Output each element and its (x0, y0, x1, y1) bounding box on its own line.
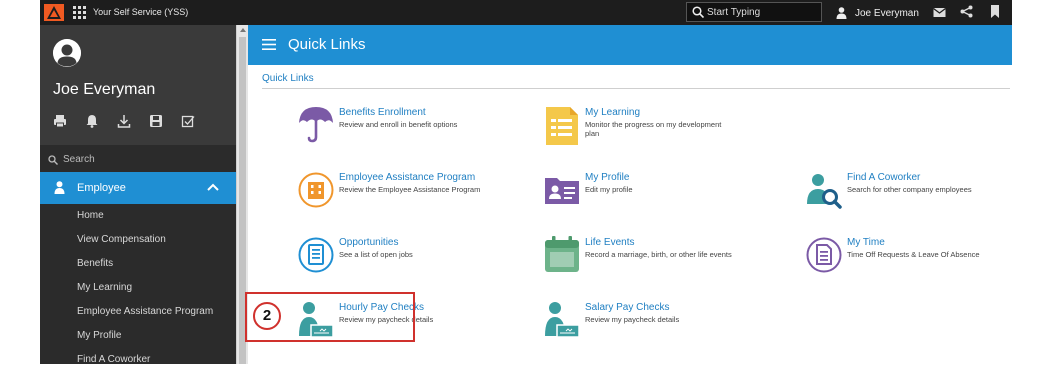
quick-link-my-learning[interactable]: My Learning Monitor the progress on my d… (544, 105, 764, 155)
sidebar-profile: Joe Everyman (40, 25, 236, 145)
share-icon[interactable] (960, 5, 973, 23)
app-frame: Your Self Service (YSS) Joe Everyman Joe… (40, 0, 1012, 365)
bookmark-icon[interactable] (990, 5, 1000, 23)
user-icon (836, 7, 847, 19)
sidebar-section-label: Employee (77, 182, 126, 194)
sidebar-search-label: Search (63, 154, 95, 165)
tile-description: Monitor the progress on my development p… (585, 120, 722, 138)
scroll-up-arrow[interactable] (240, 28, 246, 32)
umbrella-icon (299, 107, 333, 143)
tile-description: Record a marriage, birth, or other life … (585, 250, 732, 259)
quick-link-my-profile[interactable]: My Profile Edit my profile (544, 170, 764, 220)
top-bar: Your Self Service (YSS) Joe Everyman (40, 0, 1012, 25)
tile-description: Review my paycheck details (585, 315, 680, 324)
bell-icon[interactable] (85, 114, 99, 128)
tile-description: Edit my profile (585, 185, 633, 194)
tile-title: My Learning (585, 107, 641, 118)
tile-title: Salary Pay Checks (585, 302, 670, 313)
section-divider (262, 88, 1010, 89)
profile-folder-icon (545, 178, 579, 204)
search-icon (48, 155, 58, 165)
building-icon (298, 172, 334, 208)
tile-title: My Time (847, 237, 885, 248)
main-header: Quick Links (248, 25, 1012, 65)
apps-grid-icon[interactable] (73, 6, 86, 19)
sidebar-search[interactable]: Search (40, 149, 236, 171)
tile-title: Employee Assistance Program (339, 172, 476, 183)
print-icon[interactable] (53, 114, 67, 128)
quick-link-benefits-enrollment[interactable]: Benefits Enrollment Review and enroll in… (298, 105, 518, 155)
hamburger-menu-icon[interactable] (262, 39, 276, 50)
avatar[interactable] (53, 39, 81, 67)
sidebar-item-my-profile[interactable]: My Profile (40, 325, 236, 349)
download-icon[interactable] (117, 114, 131, 128)
tile-description: See a list of open jobs (339, 250, 413, 259)
checklist-icon[interactable] (181, 114, 195, 128)
person-icon (54, 181, 65, 194)
user-name: Joe Everyman (855, 7, 919, 19)
quick-link-employee-assistance[interactable]: Employee Assistance Program Review the E… (298, 170, 518, 220)
tile-description: Review and enroll in benefit options (339, 120, 458, 129)
quick-link-find-coworker[interactable]: Find A Coworker Search for other company… (806, 170, 1026, 220)
tile-title: Opportunities (339, 237, 399, 248)
document-list-icon (298, 237, 334, 273)
search-icon (692, 6, 704, 18)
logo-icon[interactable] (44, 4, 64, 21)
quick-link-opportunities[interactable]: Opportunities See a list of open jobs (298, 235, 518, 285)
sidebar-item-employee-assistance[interactable]: Employee Assistance Program (40, 301, 236, 325)
section-title: Quick Links (262, 73, 314, 84)
app-title: Your Self Service (YSS) (93, 7, 189, 17)
sidebar-item-view-compensation[interactable]: View Compensation (40, 229, 236, 253)
sidebar-item-my-learning[interactable]: My Learning (40, 277, 236, 301)
tile-title: My Profile (585, 172, 630, 183)
step-callout: 2 (253, 302, 281, 330)
tile-description: Time Off Requests & Leave Of Absence (847, 250, 980, 259)
sidebar-section-employee[interactable]: Employee (40, 172, 236, 204)
notepad-icon (546, 107, 578, 145)
paycheck-icon (545, 302, 580, 338)
tile-title: Life Events (585, 237, 635, 248)
tile-title: Find A Coworker (847, 172, 921, 183)
tile-title: Benefits Enrollment (339, 107, 426, 118)
tile-description: Review the Employee Assistance Program (339, 185, 481, 194)
sidebar-item-home[interactable]: Home (40, 205, 236, 229)
sidebar: Joe Everyman Search Employee Home View C… (40, 25, 236, 365)
chevron-up-icon[interactable] (207, 183, 219, 191)
time-document-icon (806, 237, 842, 273)
sidebar-list: Home View Compensation Benefits My Learn… (40, 205, 236, 373)
quick-link-salary-pay-checks[interactable]: Salary Pay Checks Review my paycheck det… (544, 300, 764, 350)
page-title: Quick Links (288, 36, 366, 53)
quick-link-my-time[interactable]: My Time Time Off Requests & Leave Of Abs… (806, 235, 1026, 285)
sidebar-toolbar (53, 114, 195, 128)
quick-link-life-events[interactable]: Life Events Record a marriage, birth, or… (544, 235, 764, 285)
find-person-icon (807, 174, 842, 209)
sidebar-item-find-coworker[interactable]: Find A Coworker (40, 349, 236, 373)
mail-icon[interactable] (933, 5, 946, 23)
search-input[interactable] (707, 5, 817, 19)
tile-description: Search for other company employees (847, 185, 972, 194)
sidebar-user-name: Joe Everyman (53, 81, 156, 98)
user-menu[interactable]: Joe Everyman (836, 6, 919, 20)
calendar-icon (545, 236, 579, 272)
sidebar-item-benefits[interactable]: Benefits (40, 253, 236, 277)
save-icon[interactable] (149, 114, 163, 128)
global-search[interactable] (686, 2, 822, 22)
